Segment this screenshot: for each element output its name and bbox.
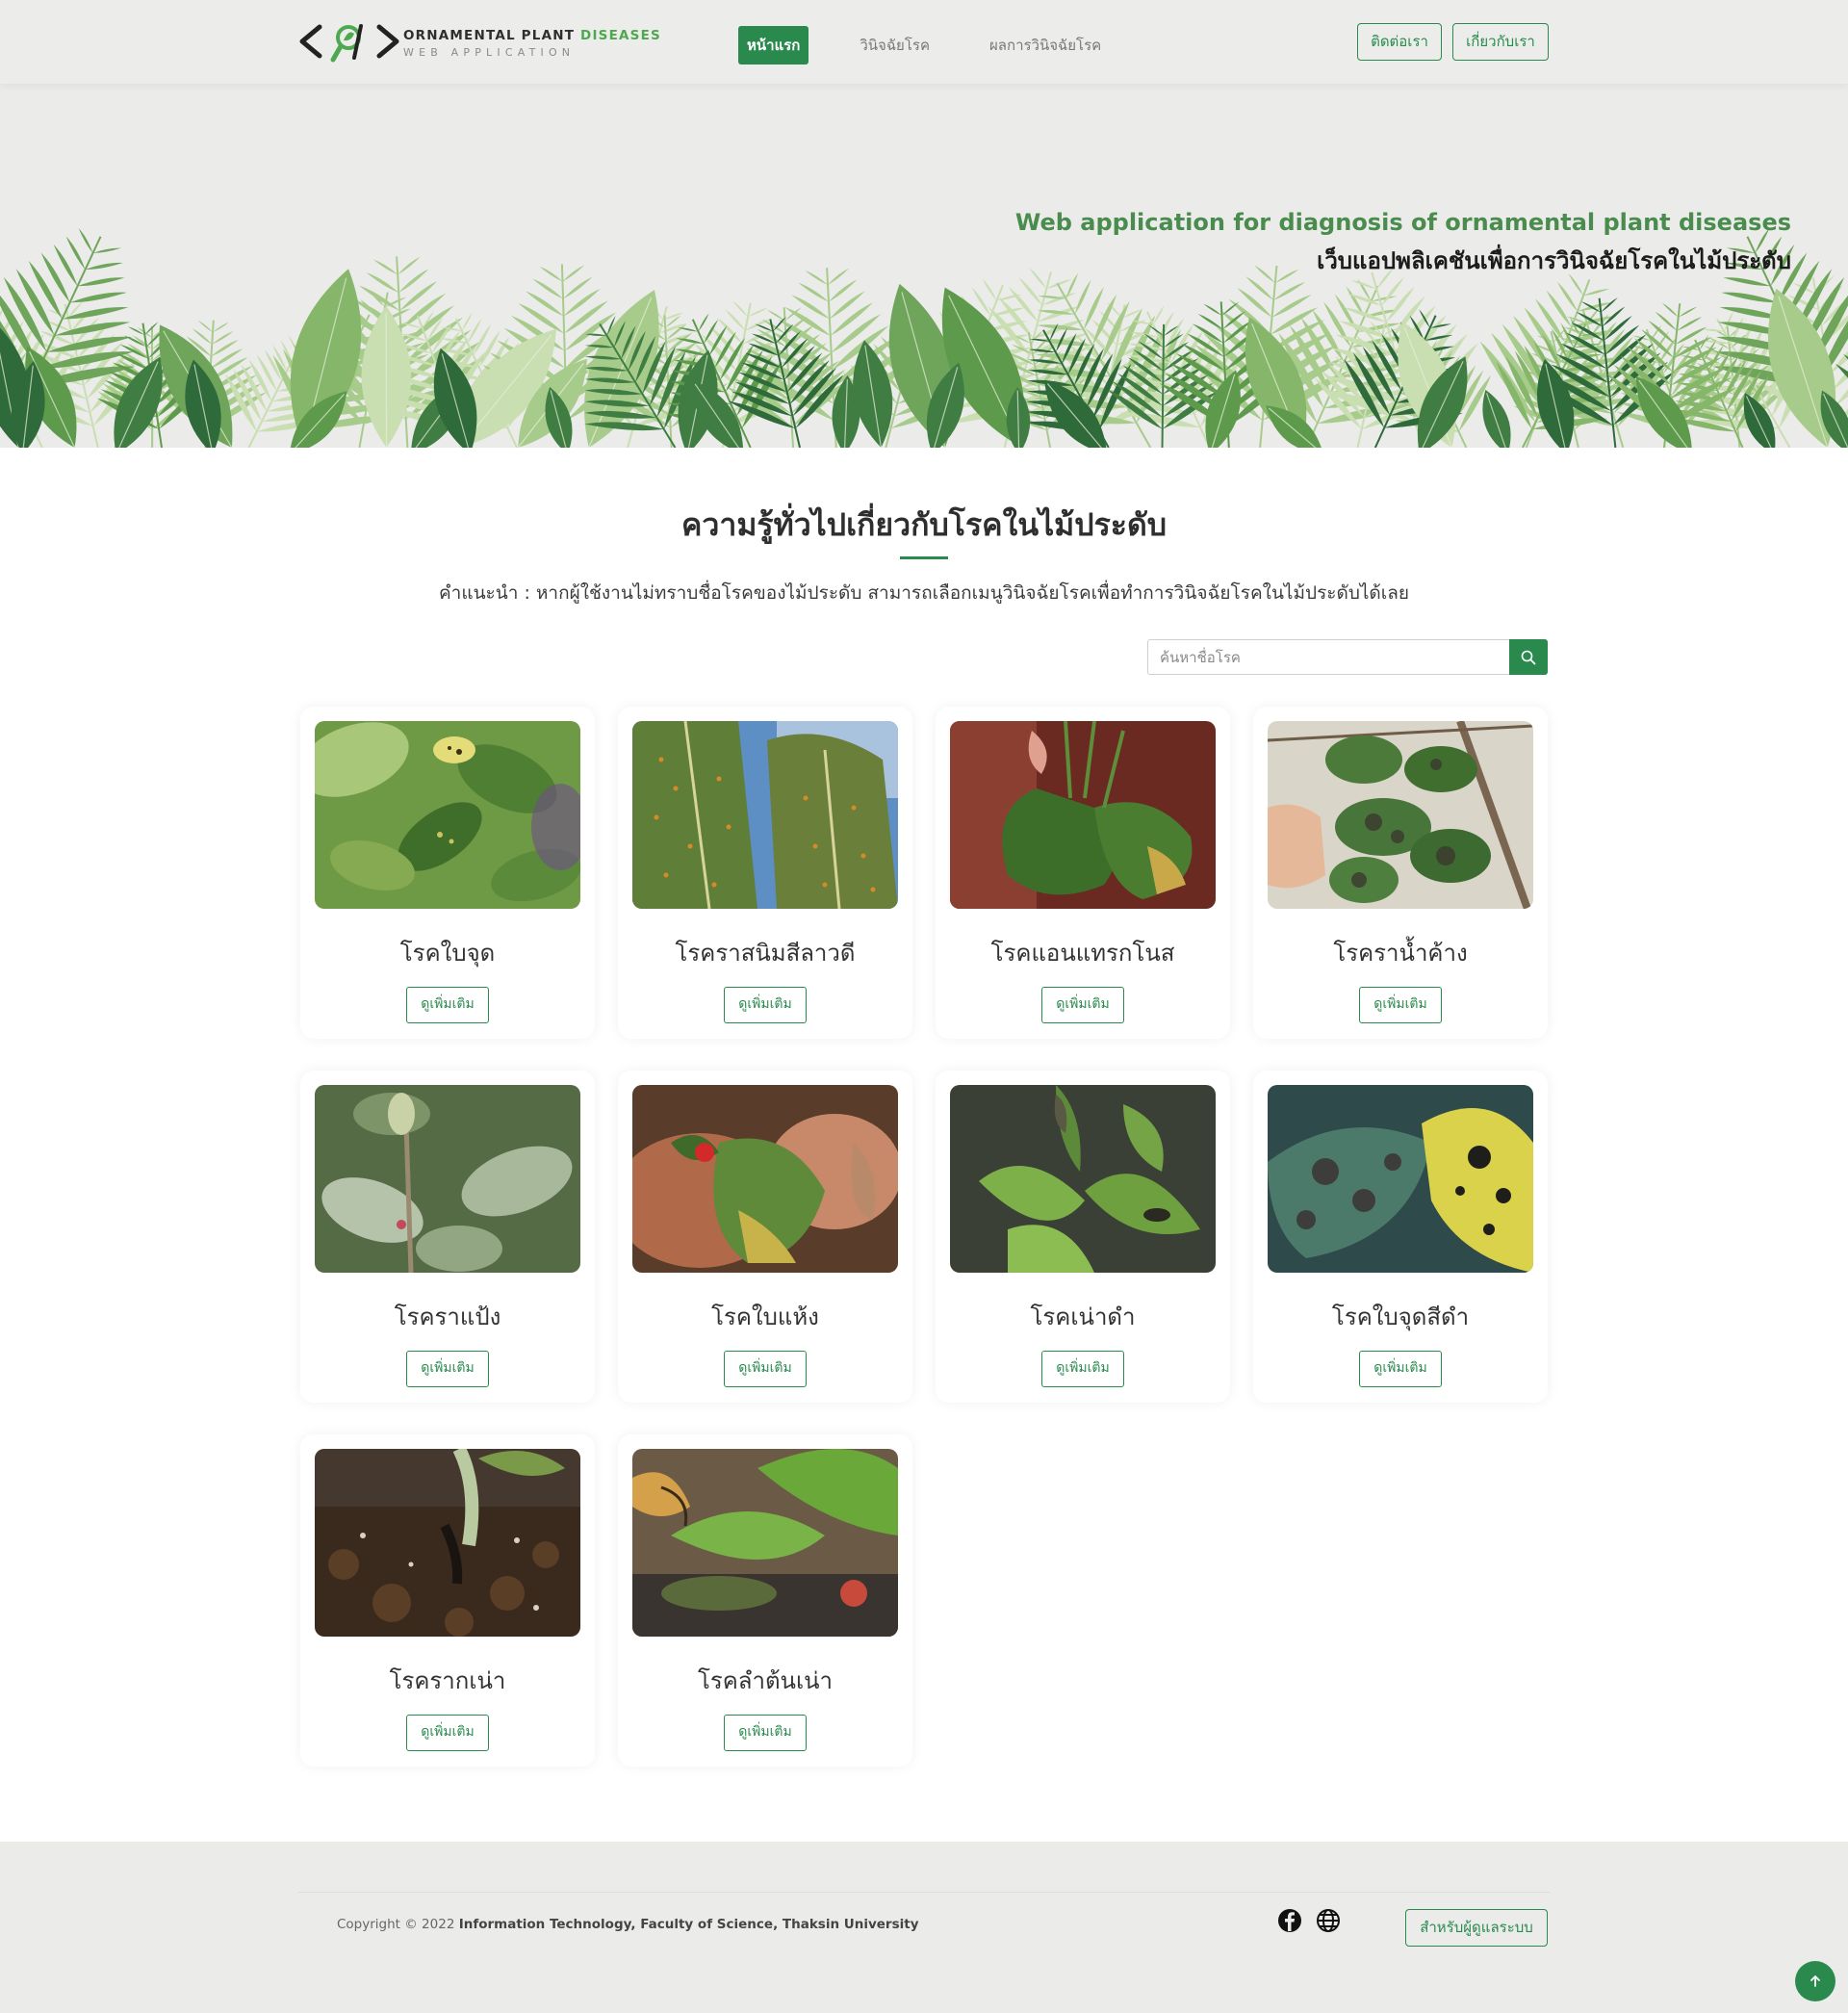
view-more-button[interactable]: ดูเพิ่มเติม — [1041, 987, 1124, 1023]
view-more-button[interactable]: ดูเพิ่มเติม — [1041, 1351, 1124, 1387]
disease-card[interactable]: โรคใบแห้ง ดูเพิ่มเติม — [618, 1071, 912, 1403]
view-more-button[interactable]: ดูเพิ่มเติม — [724, 987, 807, 1023]
view-more-button[interactable]: ดูเพิ่มเติม — [1359, 1351, 1442, 1387]
section-description: คำแนะนำ : หากผู้ใช้งานไม่ทราบชื่อโรคของไ… — [438, 582, 1410, 604]
search-input[interactable] — [1147, 639, 1509, 675]
disease-name: โรคราสนิมสีลาวดี — [675, 940, 856, 967]
disease-photo — [632, 1449, 898, 1637]
section-divider — [900, 556, 948, 559]
disease-name: โรคใบจุด — [399, 940, 496, 967]
disease-photo — [315, 1449, 580, 1637]
view-more-button[interactable]: ดูเพิ่มเติม — [724, 1715, 807, 1751]
copyright-text: Copyright © 2022 Information Technology,… — [337, 1917, 919, 1932]
nav-diagnosis-results[interactable]: ผลการวินิจฉัยโรค — [981, 26, 1110, 65]
hero-banner: Web application for diagnosis of ornamen… — [0, 84, 1848, 448]
disease-card[interactable]: โรคราแป้ง ดูเพิ่มเติม — [300, 1071, 595, 1403]
facebook-icon[interactable] — [1276, 1907, 1303, 1934]
disease-card[interactable]: โรคแอนแทรกโนส ดูเพิ่มเติม — [936, 707, 1230, 1039]
disease-name: โรครากเน่า — [389, 1667, 506, 1694]
disease-name: โรคราน้ำค้าง — [1333, 940, 1468, 967]
section-title: ความรู้ทั่วไปเกี่ยวกับโรคในไม้ประดับ — [680, 506, 1168, 543]
view-more-button[interactable]: ดูเพิ่มเติม — [1359, 987, 1442, 1023]
hero-title-en: Web application for diagnosis of ornamen… — [1014, 209, 1791, 236]
disease-card[interactable]: โรครากเน่า ดูเพิ่มเติม — [300, 1434, 595, 1767]
disease-card[interactable]: โรคเน่าดำ ดูเพิ่มเติม — [936, 1071, 1230, 1403]
disease-card[interactable]: โรคใบจุดสีดำ ดูเพิ่มเติม — [1253, 1071, 1548, 1403]
footer-divider — [298, 1892, 1550, 1893]
footer: Copyright © 2022 Information Technology,… — [0, 1842, 1848, 2013]
disease-name: โรคแอนแทรกโนส — [990, 940, 1175, 967]
about-button[interactable]: เกี่ยวกับเรา — [1452, 23, 1549, 61]
disease-photo — [632, 1085, 898, 1273]
disease-name: โรคราแป้ง — [394, 1303, 501, 1330]
view-more-button[interactable]: ดูเพิ่มเติม — [406, 1351, 489, 1387]
main-nav: หน้าแรก วินิจฉัยโรค ผลการวินิจฉัยโรค — [738, 26, 1152, 65]
globe-icon[interactable] — [1315, 1907, 1342, 1934]
arrow-up-icon — [1810, 1975, 1820, 1987]
disease-photo — [1268, 1085, 1533, 1273]
brand-logo[interactable]: ORNAMENTAL PLANT DISEASES WEB APPLICATIO… — [298, 19, 660, 65]
view-more-button[interactable]: ดูเพิ่มเติม — [406, 987, 489, 1023]
disease-photo — [632, 721, 898, 909]
disease-card[interactable]: โรคลำต้นเน่า ดูเพิ่มเติม — [618, 1434, 912, 1767]
disease-card[interactable]: โรคราสนิมสีลาวดี ดูเพิ่มเติม — [618, 707, 912, 1039]
logo-icon — [299, 24, 399, 63]
disease-photo — [1268, 721, 1533, 909]
disease-name: โรคลำต้นเน่า — [697, 1667, 834, 1694]
search-button[interactable] — [1509, 639, 1548, 675]
brand-title: ORNAMENTAL PLANT DISEASES — [403, 28, 661, 43]
disease-name: โรคใบจุดสีดำ — [1331, 1303, 1470, 1330]
nav-diagnose[interactable]: วินิจฉัยโรค — [851, 26, 938, 65]
contact-button[interactable]: ติดต่อเรา — [1357, 23, 1442, 61]
disease-name: โรคเน่าดำ — [1030, 1303, 1136, 1330]
hero-title-th: เว็บแอปพลิเคชันเพื่อการวินิจฉัยโรคในไม้ป… — [1317, 247, 1791, 274]
search-icon — [1521, 650, 1536, 664]
navbar: ORNAMENTAL PLANT DISEASES WEB APPLICATIO… — [0, 0, 1848, 84]
disease-photo — [315, 1085, 580, 1273]
view-more-button[interactable]: ดูเพิ่มเติม — [406, 1715, 489, 1751]
back-to-top-button[interactable] — [1795, 1961, 1835, 2001]
disease-search — [1147, 639, 1548, 675]
disease-name: โรคใบแห้ง — [711, 1303, 819, 1330]
disease-photo — [950, 1085, 1216, 1273]
disease-card[interactable]: โรคใบจุด ดูเพิ่มเติม — [300, 707, 595, 1039]
nav-home[interactable]: หน้าแรก — [738, 26, 809, 65]
view-more-button[interactable]: ดูเพิ่มเติม — [724, 1351, 807, 1387]
disease-photo — [315, 721, 580, 909]
admin-button[interactable]: สำหรับผู้ดูแลระบบ — [1405, 1909, 1548, 1947]
brand-subtitle: WEB APPLICATION — [403, 46, 576, 59]
disease-photo — [950, 721, 1216, 909]
disease-card[interactable]: โรคราน้ำค้าง ดูเพิ่มเติม — [1253, 707, 1548, 1039]
